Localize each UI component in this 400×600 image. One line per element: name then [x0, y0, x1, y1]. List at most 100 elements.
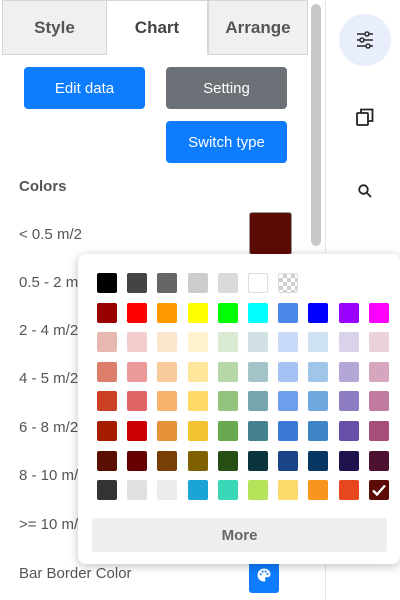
- color-swatch[interactable]: [368, 480, 389, 501]
- color-swatch[interactable]: [278, 480, 299, 501]
- tab-bar: Style Chart Arrange: [0, 0, 308, 55]
- color-swatch[interactable]: [127, 273, 148, 293]
- color-swatch[interactable]: [187, 332, 208, 353]
- search-button[interactable]: [348, 174, 382, 208]
- pages-icon: [356, 108, 374, 126]
- color-swatch[interactable]: [97, 421, 117, 441]
- color-swatch[interactable]: [338, 332, 359, 353]
- color-swatch[interactable]: [308, 332, 329, 353]
- color-swatch[interactable]: [308, 391, 329, 412]
- color-swatch[interactable]: [157, 273, 178, 293]
- color-swatch[interactable]: [248, 332, 268, 353]
- color-swatch[interactable]: [97, 302, 117, 323]
- edit-data-button[interactable]: Edit data: [24, 67, 145, 109]
- color-swatch[interactable]: [248, 361, 268, 382]
- color-swatch[interactable]: [187, 421, 208, 441]
- color-swatch[interactable]: [248, 480, 268, 501]
- color-swatch[interactable]: [217, 480, 238, 501]
- color-swatch[interactable]: [127, 302, 148, 323]
- color-swatch[interactable]: [338, 450, 359, 471]
- color-swatch[interactable]: [248, 421, 268, 441]
- color-swatch[interactable]: [368, 421, 389, 441]
- color-swatch[interactable]: [127, 361, 148, 382]
- color-swatch[interactable]: [338, 391, 359, 412]
- pages-button[interactable]: [348, 100, 382, 134]
- color-swatch[interactable]: [187, 391, 208, 412]
- color-row-label: < 0.5 m/2: [19, 226, 82, 243]
- color-swatch[interactable]: [308, 480, 329, 501]
- palette-icon: [257, 568, 271, 581]
- panel-scrollbar[interactable]: [311, 4, 321, 246]
- color-swatch[interactable]: [248, 302, 268, 323]
- format-toggle-button[interactable]: [339, 14, 391, 66]
- color-swatch[interactable]: [187, 361, 208, 382]
- color-swatch[interactable]: [97, 450, 117, 471]
- color-swatch[interactable]: [278, 361, 299, 382]
- color-swatch[interactable]: [187, 450, 208, 471]
- color-swatch[interactable]: [157, 391, 178, 412]
- color-swatch[interactable]: [127, 421, 148, 441]
- color-row-label: >= 10 m/: [19, 516, 79, 533]
- more-colors-button[interactable]: More: [92, 518, 387, 552]
- color-swatch[interactable]: [308, 361, 329, 382]
- color-swatch[interactable]: [338, 421, 359, 441]
- tab-style[interactable]: Style: [2, 0, 106, 55]
- color-swatch[interactable]: [127, 391, 148, 412]
- color-swatch[interactable]: [338, 480, 359, 501]
- color-row-label: 0.5 - 2 m: [19, 274, 79, 291]
- color-swatch[interactable]: [97, 273, 117, 293]
- color-row-label: 8 - 10 m/: [19, 467, 79, 484]
- color-swatch[interactable]: [217, 273, 238, 293]
- color-swatch[interactable]: [338, 361, 359, 382]
- color-swatch[interactable]: [278, 421, 299, 441]
- color-swatch[interactable]: [187, 302, 208, 323]
- color-swatch[interactable]: [127, 480, 148, 501]
- color-swatch[interactable]: [278, 332, 299, 353]
- setting-button[interactable]: Setting: [166, 67, 287, 109]
- color-swatch[interactable]: [127, 332, 148, 353]
- color-swatch[interactable]: [97, 480, 117, 501]
- color-row-label: 4 - 5 m/2: [19, 370, 79, 387]
- color-swatch[interactable]: [157, 421, 178, 441]
- tab-arrange[interactable]: Arrange: [208, 0, 308, 55]
- color-swatch[interactable]: [248, 273, 268, 293]
- color-swatch[interactable]: [157, 361, 178, 382]
- color-swatch[interactable]: [278, 391, 299, 412]
- color-swatch[interactable]: [368, 361, 389, 382]
- color-swatch[interactable]: [217, 391, 238, 412]
- color-swatch[interactable]: [217, 361, 238, 382]
- color-swatch[interactable]: [217, 332, 238, 353]
- color-swatch[interactable]: [368, 332, 389, 353]
- color-swatch-selected[interactable]: [249, 212, 292, 255]
- color-swatch[interactable]: [217, 450, 238, 471]
- color-swatch[interactable]: [157, 332, 178, 353]
- switch-type-button[interactable]: Switch type: [166, 121, 287, 163]
- color-swatch[interactable]: [308, 302, 329, 323]
- color-swatch[interactable]: [157, 302, 178, 323]
- color-swatch[interactable]: [127, 450, 148, 471]
- color-swatch[interactable]: [97, 332, 117, 353]
- color-row-label: 2 - 4 m/2: [19, 322, 79, 339]
- color-swatch[interactable]: [308, 450, 329, 471]
- color-swatch[interactable]: [248, 450, 268, 471]
- color-swatch[interactable]: [97, 391, 117, 412]
- color-swatch[interactable]: [97, 361, 117, 382]
- color-swatch[interactable]: [338, 302, 359, 323]
- color-swatch[interactable]: [368, 391, 389, 412]
- color-swatch[interactable]: [217, 302, 238, 323]
- sliders-icon: [357, 31, 373, 49]
- color-swatch[interactable]: [278, 302, 299, 323]
- color-swatch[interactable]: [187, 480, 208, 501]
- color-swatch[interactable]: [248, 391, 268, 412]
- color-swatch[interactable]: [368, 302, 389, 323]
- color-swatch[interactable]: [368, 450, 389, 471]
- no-color-swatch[interactable]: [278, 273, 299, 293]
- color-swatch[interactable]: [187, 273, 208, 293]
- checkmark-icon: [371, 484, 386, 497]
- color-swatch[interactable]: [157, 450, 178, 471]
- color-swatch[interactable]: [157, 480, 178, 501]
- color-swatch[interactable]: [278, 450, 299, 471]
- tab-chart[interactable]: Chart: [106, 0, 208, 55]
- color-swatch[interactable]: [308, 421, 329, 441]
- color-swatch[interactable]: [217, 421, 238, 441]
